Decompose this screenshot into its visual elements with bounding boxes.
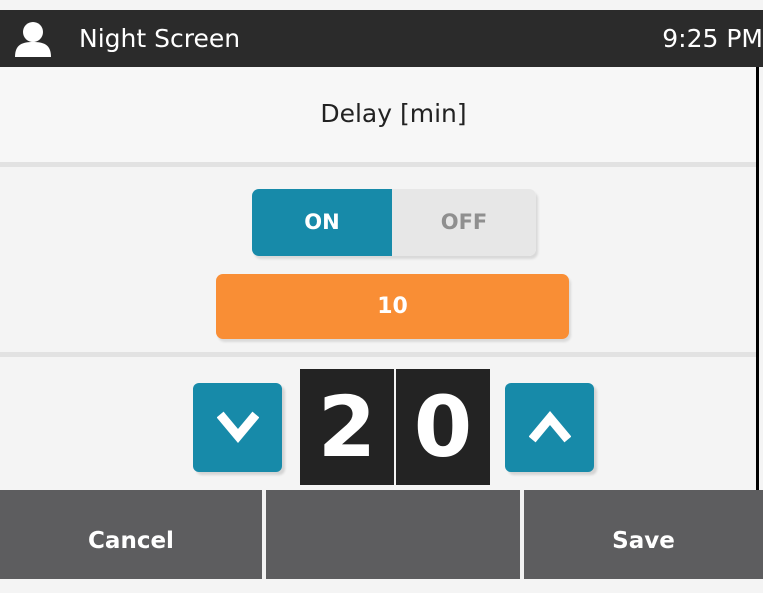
toggle-on-button[interactable]: ON	[252, 189, 392, 256]
cancel-button[interactable]: Cancel	[0, 490, 262, 579]
chevron-up-icon	[529, 410, 571, 443]
divider	[0, 162, 756, 167]
status-bar: Night Screen 9:25 PM	[0, 10, 763, 67]
footer-middle-button[interactable]	[266, 490, 520, 579]
setting-header: Delay [min]	[0, 67, 756, 162]
digit-tens[interactable]: 2	[300, 369, 394, 485]
on-off-toggle: ON OFF	[252, 189, 536, 256]
screen-title: Night Screen	[79, 24, 241, 53]
increase-button[interactable]	[505, 383, 594, 472]
current-value-display[interactable]: 10	[216, 274, 569, 339]
save-button[interactable]: Save	[524, 490, 763, 579]
setting-title: Delay [min]	[320, 99, 467, 128]
frame-border	[756, 67, 759, 490]
chevron-down-icon	[217, 411, 259, 444]
divider	[0, 352, 756, 357]
digit-ones[interactable]: 0	[396, 369, 490, 485]
decrease-button[interactable]	[193, 383, 282, 472]
footer-bar: Cancel Save	[0, 490, 763, 579]
clock: 9:25 PM	[662, 24, 763, 53]
user-icon	[15, 22, 51, 57]
toggle-off-button[interactable]: OFF	[392, 189, 536, 256]
